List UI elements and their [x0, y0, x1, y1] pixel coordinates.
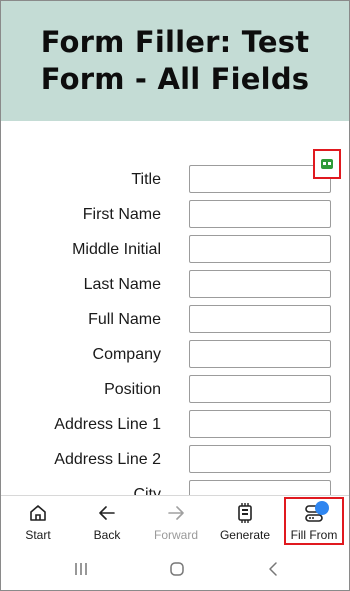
back-chevron-icon[interactable] [263, 559, 283, 579]
field-label: Address Line 2 [54, 451, 161, 468]
form-row-city: City [1, 480, 349, 495]
generate-icon [235, 501, 255, 525]
form-row-last-name: Last Name [1, 270, 349, 304]
autofill-icon[interactable] [313, 149, 341, 179]
field-label: City [133, 486, 161, 495]
nav-fill-from-button[interactable]: Fill From [287, 496, 341, 548]
form-row-position: Position [1, 375, 349, 409]
nav-label: Fill From [290, 528, 338, 542]
form-row-full-name: Full Name [1, 305, 349, 339]
field-label: Company [92, 346, 161, 363]
middle-initial-input[interactable] [189, 235, 331, 263]
home-icon [28, 501, 48, 525]
form-row-company: Company [1, 340, 349, 374]
app-frame: Form Filler: Test Form - All Fields Titl… [0, 0, 350, 591]
full-name-input[interactable] [189, 305, 331, 333]
arrow-left-icon [97, 501, 117, 525]
position-input[interactable] [189, 375, 331, 403]
form-row-title: Title [1, 165, 349, 199]
last-name-input[interactable] [189, 270, 331, 298]
title-input[interactable] [189, 165, 331, 193]
company-input[interactable] [189, 340, 331, 368]
bottom-nav: Start Back Forward Generate Fill From [1, 495, 349, 548]
page-title: Form Filler: Test Form - All Fields [40, 25, 310, 96]
nav-label: Start [25, 528, 51, 542]
city-input[interactable] [189, 480, 331, 495]
field-label: Title [131, 171, 161, 188]
field-label: Address Line 1 [54, 416, 161, 433]
system-nav-bar [1, 547, 349, 590]
field-label: Last Name [83, 276, 161, 293]
notification-dot [315, 501, 329, 515]
nav-back-button[interactable]: Back [87, 496, 127, 548]
first-name-input[interactable] [189, 200, 331, 228]
nav-forward-button[interactable]: Forward [151, 496, 201, 548]
robot-icon [321, 159, 333, 169]
address-line-2-input[interactable] [189, 445, 331, 473]
home-circle-icon[interactable] [167, 559, 187, 579]
nav-label: Back [93, 528, 121, 542]
address-line-1-input[interactable] [189, 410, 331, 438]
field-label: First Name [82, 206, 161, 223]
nav-generate-button[interactable]: Generate [217, 496, 273, 548]
field-label: Full Name [88, 311, 161, 328]
field-label: Position [104, 381, 161, 398]
form-row-address-line-2: Address Line 2 [1, 445, 349, 479]
form-row-middle-initial: Middle Initial [1, 235, 349, 269]
page-header: Form Filler: Test Form - All Fields [1, 1, 349, 121]
field-label: Middle Initial [72, 241, 161, 258]
form-row-first-name: First Name [1, 200, 349, 234]
form: Title First Name Middle Initial Last Nam… [1, 121, 349, 495]
recents-icon[interactable] [71, 559, 91, 579]
form-row-address-line-1: Address Line 1 [1, 410, 349, 444]
nav-label: Generate [219, 528, 271, 542]
arrow-right-icon [166, 501, 186, 525]
nav-label: Forward [153, 528, 198, 542]
nav-start-button[interactable]: Start [18, 496, 58, 548]
